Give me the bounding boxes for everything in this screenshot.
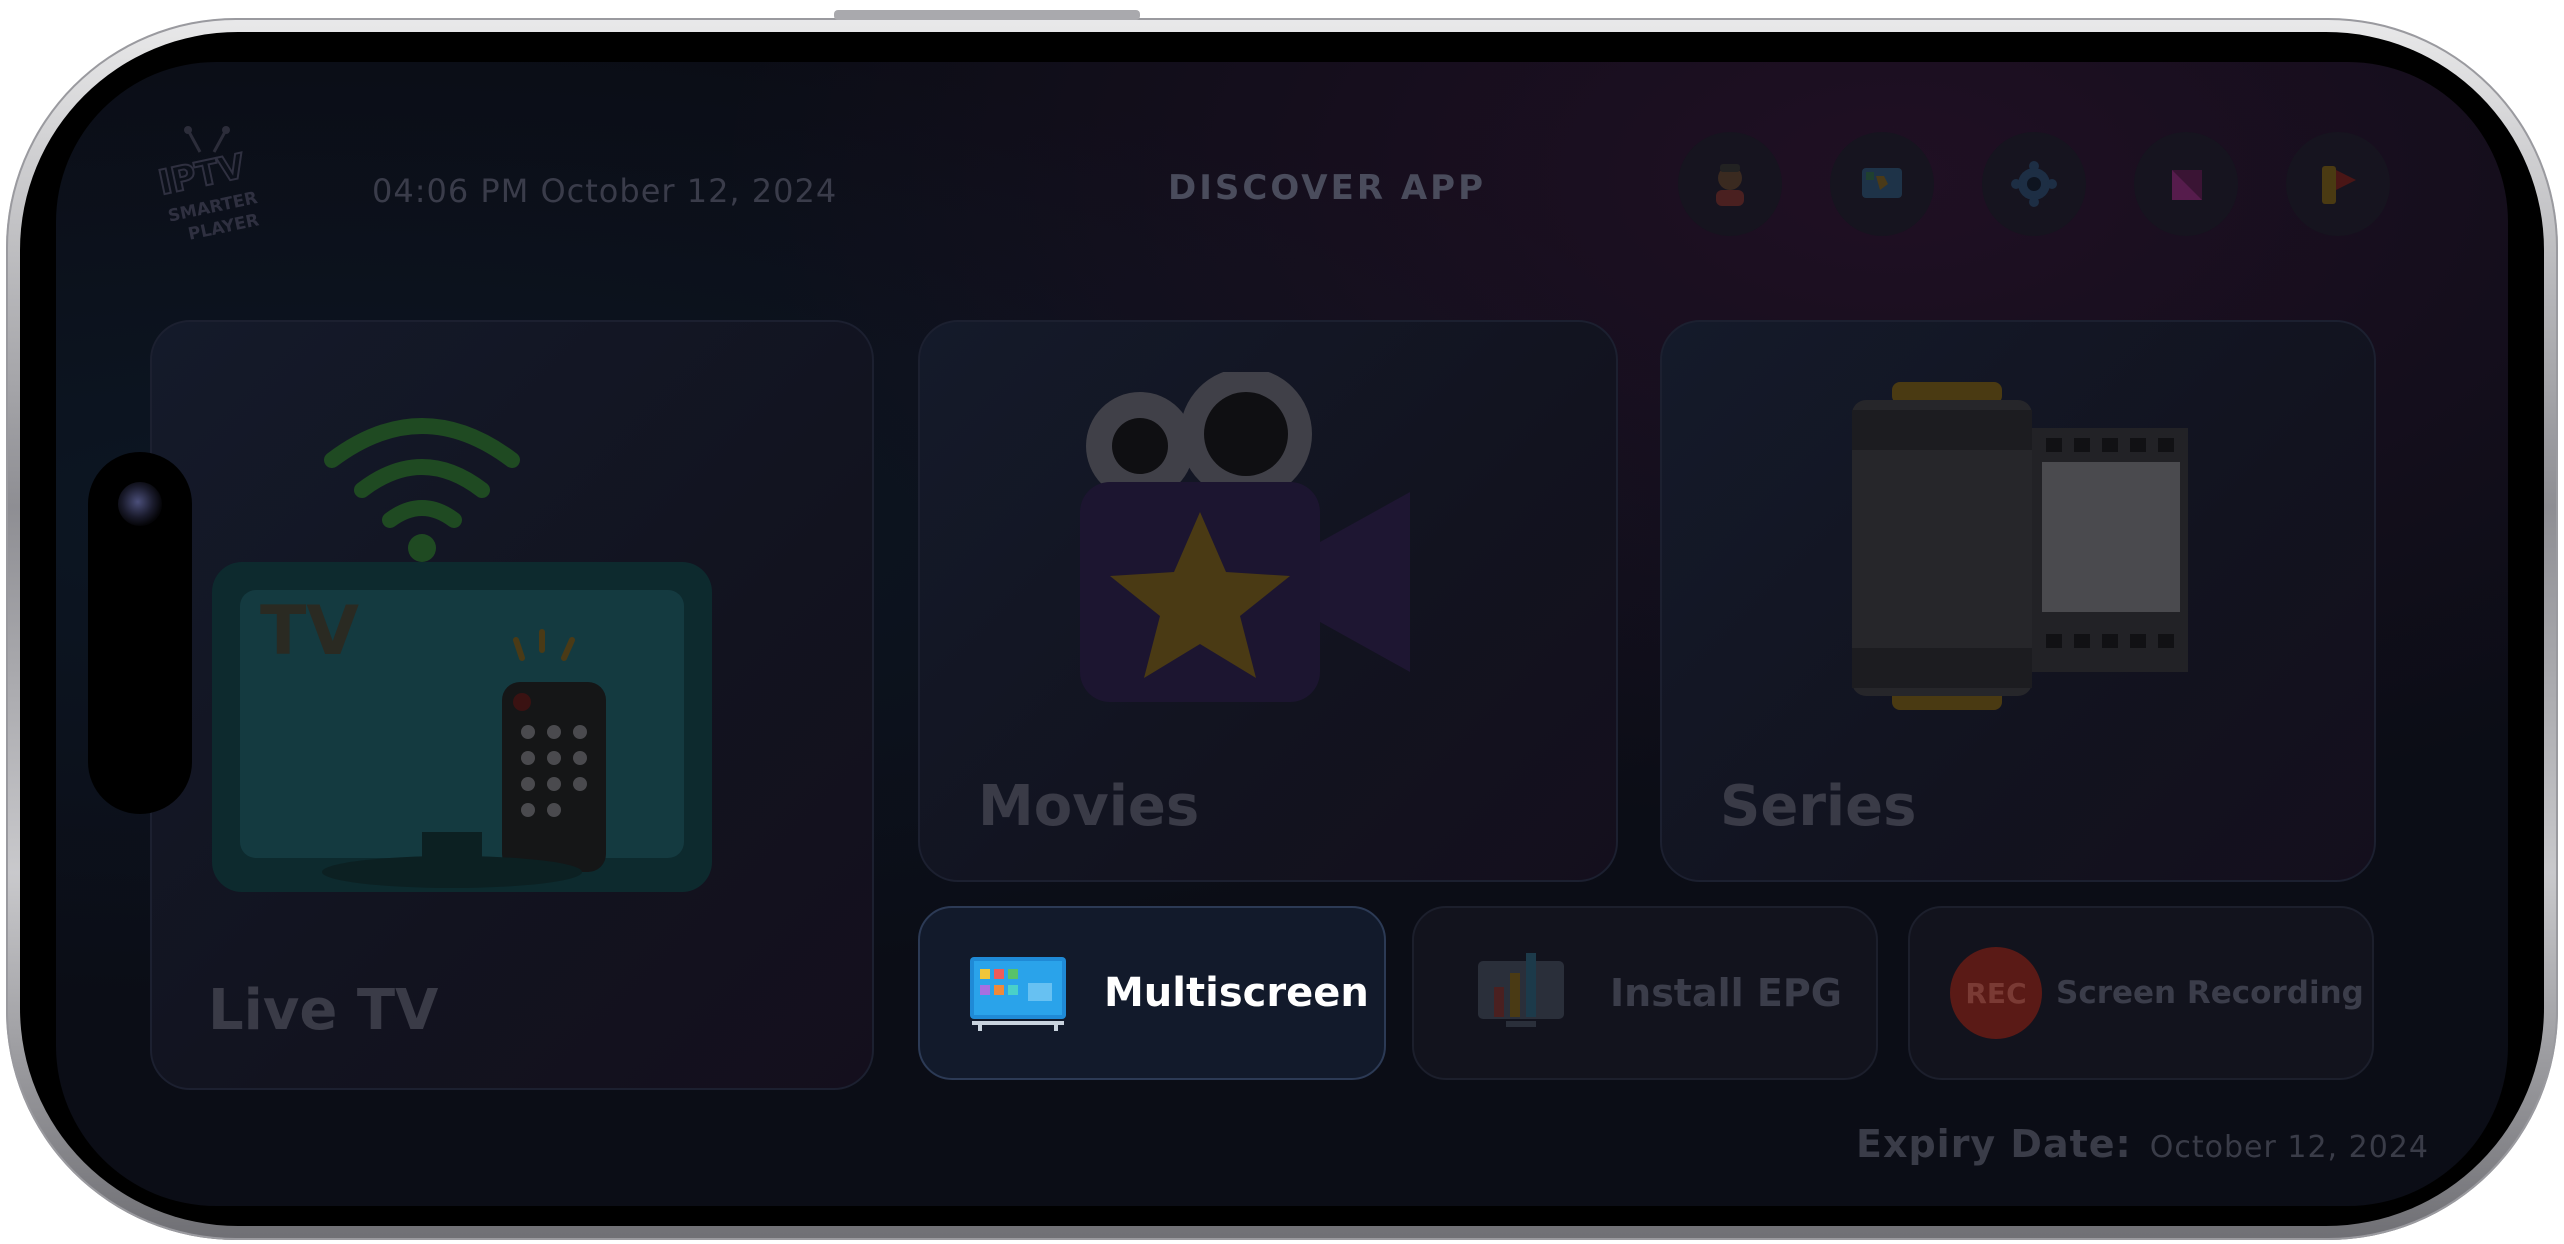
front-camera	[118, 482, 162, 526]
movies-card[interactable]: Movies	[918, 320, 1618, 882]
rec-badge: REC	[1950, 947, 2042, 1039]
settings-app-icon[interactable]	[1982, 132, 2086, 236]
epg-chart-icon	[1478, 953, 1564, 1027]
expiry-value: October 12, 2024	[2149, 1130, 2429, 1165]
iptv-logo: IPTV SMARTER PLAYER	[154, 126, 261, 245]
film-reel-icon	[1852, 382, 2188, 710]
multiscreen-label: Multiscreen	[1104, 970, 1369, 1016]
multiscreen-button[interactable]: Multiscreen	[918, 906, 1386, 1080]
movie-camera-icon	[1080, 372, 1410, 702]
live-tv-label: Live TV	[208, 978, 439, 1043]
pink-app-icon[interactable]	[2134, 132, 2238, 236]
series-card[interactable]: Series	[1660, 320, 2376, 882]
expiry-info: Expiry Date: October 12, 2024	[1856, 1122, 2429, 1166]
tv-screen-text: TV	[260, 592, 359, 671]
avatar-app-icon[interactable]	[1678, 132, 1782, 236]
expiry-label: Expiry Date:	[1856, 1122, 2132, 1166]
dynamic-island	[88, 452, 192, 814]
discover-app-link[interactable]: DISCOVER APP	[1168, 168, 1486, 208]
screen-recording-button[interactable]: REC Screen Recording	[1908, 906, 2374, 1080]
multiscreen-icon	[970, 957, 1066, 1031]
phone-side-button	[834, 10, 1140, 20]
movies-label: Movies	[978, 774, 1200, 839]
tv-stand	[322, 832, 582, 888]
live-tv-illustration: TV	[212, 418, 712, 892]
date-time: 04:06 PM October 12, 2024	[372, 172, 838, 210]
screen-recording-label: Screen Recording	[2056, 975, 2364, 1011]
map-app-icon[interactable]	[1830, 132, 1934, 236]
flag-app-icon[interactable]	[2286, 132, 2390, 236]
series-label: Series	[1720, 774, 1917, 839]
live-tv-card[interactable]: TV Live TV	[150, 320, 874, 1090]
install-epg-label: Install EPG	[1610, 971, 1842, 1015]
app-screen: IPTV SMARTER PLAYER 04:06 PM October 12,…	[56, 62, 2508, 1206]
install-epg-button[interactable]: Install EPG	[1412, 906, 1878, 1080]
